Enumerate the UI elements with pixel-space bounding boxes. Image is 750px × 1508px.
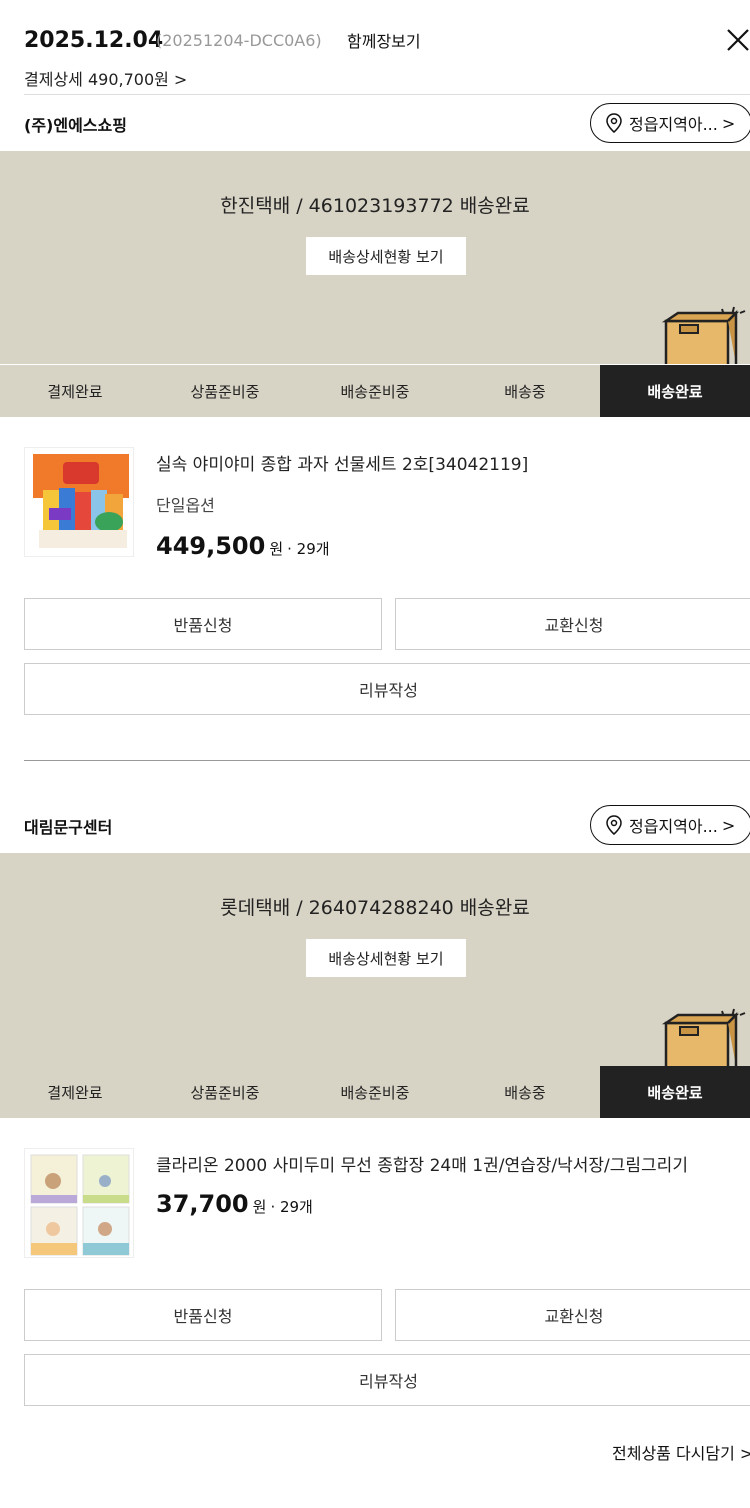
location-pin-icon	[606, 815, 622, 835]
region-button[interactable]: 정읍지역아... >	[590, 805, 750, 845]
step-preparing-product: 상품준비중	[190, 382, 260, 401]
order-id: (20251204-DCC0A6)	[156, 31, 322, 50]
section-divider	[24, 760, 750, 761]
step-preparing-product: 상품준비중	[190, 1083, 260, 1102]
location-pin-icon	[606, 113, 622, 133]
exchange-request-button[interactable]: 교환신청	[395, 1289, 750, 1341]
step-in-transit: 배송중	[504, 1083, 546, 1102]
seller-name: 대림문구센터	[24, 818, 113, 837]
region-button[interactable]: 정읍지역아... >	[590, 103, 750, 143]
snack-gift-set-image	[25, 448, 133, 556]
product-price: 37,700 원 · 29개	[156, 1190, 313, 1218]
step-in-transit: 배송중	[504, 382, 546, 401]
courier-status: 한진택배 / 461023193772 배송완료	[220, 195, 530, 217]
price-value: 449,500	[156, 532, 266, 560]
seller-name: (주)엔에스쇼핑	[24, 116, 127, 135]
product-name[interactable]: 클라리온 2000 사미두미 무선 종합장 24매 1권/연습장/낙서장/그림그…	[156, 1151, 688, 1176]
chevron-right-icon: >	[721, 815, 736, 835]
order-date: 2025.12.04	[24, 28, 164, 53]
delivered-box-icon	[661, 306, 746, 364]
delivery-status-panel: 한진택배 / 461023193772 배송완료 배송상세현황 보기	[0, 151, 750, 364]
chevron-right-icon: >	[721, 113, 736, 133]
order-header: 2025.12.04 (20251204-DCC0A6) 함께장보기 결제상세 …	[0, 0, 750, 95]
region-label: 정읍지역아...	[629, 115, 718, 134]
product-price: 449,500 원 · 29개	[156, 532, 330, 560]
delivery-status-panel: 롯데택배 / 264074288240 배송완료 배송상세현황 보기	[0, 853, 750, 1066]
step-delivered: 배송완료	[600, 1066, 750, 1118]
price-unit: 원	[269, 540, 284, 558]
product-name[interactable]: 실속 야미야미 종합 과자 선물세트 2호[34042119]	[156, 450, 528, 475]
delivered-box-icon	[661, 1008, 746, 1066]
payment-detail-link[interactable]: 결제상세 490,700원 >	[24, 66, 187, 90]
product-thumbnail[interactable]	[24, 1148, 134, 1258]
return-request-button[interactable]: 반품신청	[24, 1289, 382, 1341]
order-progress-steps: 결제완료 상품준비중 배송준비중 배송중 배송완료	[0, 1066, 750, 1118]
product-quantity: · 29개	[287, 540, 330, 558]
close-icon[interactable]	[722, 24, 750, 56]
return-request-button[interactable]: 반품신청	[24, 598, 382, 650]
step-payment-complete: 결제완료	[47, 382, 103, 401]
product-thumbnail[interactable]	[24, 447, 134, 557]
product-option: 단일옵션	[156, 496, 215, 515]
price-value: 37,700	[156, 1190, 249, 1218]
track-detail-button[interactable]: 배송상세현황 보기	[306, 939, 466, 977]
order-progress-steps: 결제완료 상품준비중 배송준비중 배송중 배송완료	[0, 365, 750, 417]
readd-all-to-cart-link[interactable]: 전체상품 다시담기 >	[612, 1440, 750, 1464]
write-review-button[interactable]: 리뷰작성	[24, 663, 750, 715]
view-together-link[interactable]: 함께장보기	[347, 28, 421, 52]
step-preparing-shipment: 배송준비중	[340, 382, 410, 401]
header-divider	[24, 94, 750, 95]
write-review-button[interactable]: 리뷰작성	[24, 1354, 750, 1406]
step-payment-complete: 결제완료	[47, 1083, 103, 1102]
track-detail-button[interactable]: 배송상세현황 보기	[306, 237, 466, 275]
exchange-request-button[interactable]: 교환신청	[395, 598, 750, 650]
step-delivered: 배송완료	[600, 365, 750, 417]
notebook-set-image	[25, 1149, 133, 1257]
courier-status: 롯데택배 / 264074288240 배송완료	[220, 897, 530, 919]
price-unit: 원	[252, 1198, 267, 1216]
region-label: 정읍지역아...	[629, 817, 718, 836]
step-preparing-shipment: 배송준비중	[340, 1083, 410, 1102]
product-quantity: · 29개	[270, 1198, 313, 1216]
